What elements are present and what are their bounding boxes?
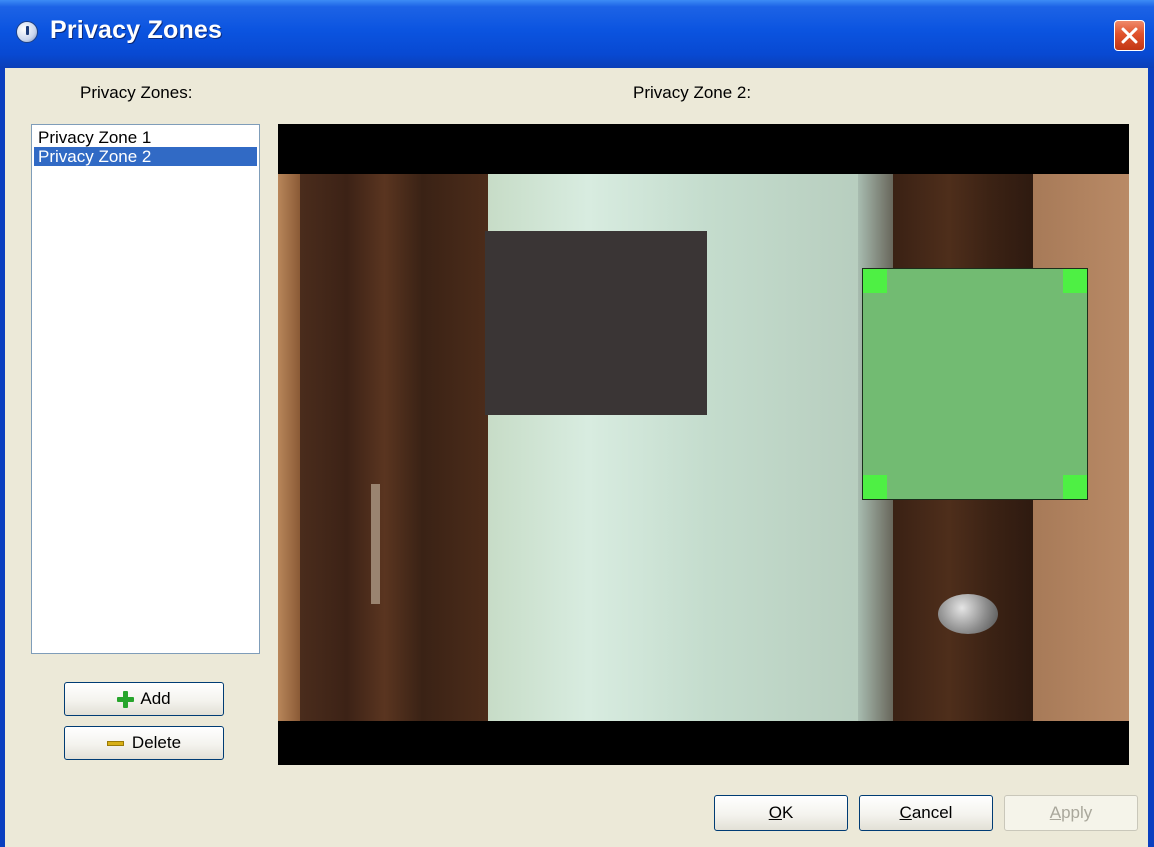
delete-button[interactable]: Delete xyxy=(64,726,224,760)
window-title: Privacy Zones xyxy=(50,16,223,44)
add-button-label: Add xyxy=(140,689,171,708)
delete-button-label: Delete xyxy=(131,733,182,752)
title-bar[interactable]: Privacy Zones xyxy=(0,0,1154,68)
info-icon xyxy=(16,21,38,43)
apply-button[interactable]: Apply xyxy=(1004,795,1138,831)
ok-mnemonic: O xyxy=(768,803,782,822)
privacy-zone-1-mask[interactable] xyxy=(485,231,707,415)
cancel-mnemonic: C xyxy=(899,803,912,822)
apply-rest: pply xyxy=(1061,803,1093,822)
privacy-zones-dialog: Privacy Zones Privacy Zones: Privacy Zon… xyxy=(0,0,1154,847)
cancel-button[interactable]: Cancel xyxy=(859,795,993,831)
resize-handle-bottom-left[interactable] xyxy=(863,475,887,499)
minus-icon xyxy=(106,740,124,746)
dialog-body: Privacy Zones: Privacy Zone 2: Privacy Z… xyxy=(5,68,1148,847)
camera-preview[interactable] xyxy=(278,124,1129,765)
resize-handle-top-right[interactable] xyxy=(1063,269,1087,293)
add-button[interactable]: Add xyxy=(64,682,224,716)
privacy-zone-2-mask[interactable] xyxy=(862,268,1088,500)
camera-image xyxy=(278,174,1129,721)
cancel-rest: ancel xyxy=(911,803,953,822)
ok-rest: K xyxy=(781,803,794,822)
selected-zone-label: Privacy Zone 2: xyxy=(633,83,752,102)
ok-button[interactable]: OK xyxy=(714,795,848,831)
resize-handle-bottom-right[interactable] xyxy=(1063,475,1087,499)
apply-mnemonic: A xyxy=(1049,803,1062,822)
zones-listbox[interactable]: Privacy Zone 1 Privacy Zone 2 xyxy=(31,124,260,654)
close-button[interactable] xyxy=(1114,20,1145,51)
plus-icon xyxy=(117,690,135,708)
resize-handle-top-left[interactable] xyxy=(863,269,887,293)
list-item-privacy-zone-2[interactable]: Privacy Zone 2 xyxy=(34,147,257,166)
list-item-privacy-zone-1[interactable]: Privacy Zone 1 xyxy=(34,128,257,147)
zones-list-label: Privacy Zones: xyxy=(80,83,193,102)
